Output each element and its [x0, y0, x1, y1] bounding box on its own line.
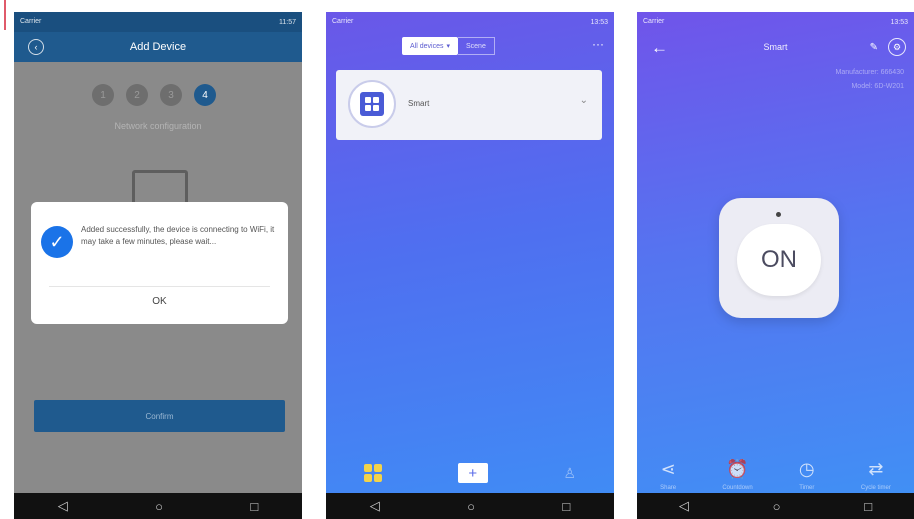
- action-label: Timer: [799, 485, 815, 491]
- phone-add-device: Carrier 11:57 ‹ Add Device 1 2 3 4 Netwo…: [14, 12, 302, 519]
- nav-back-icon[interactable]: ◁: [679, 498, 689, 514]
- status-carrier: Carrier: [20, 18, 42, 25]
- nav-home-icon[interactable]: ○: [467, 499, 475, 514]
- profile-icon[interactable]: ♙: [564, 465, 577, 482]
- info-line: Manufacturer: 666430: [835, 69, 905, 76]
- nav-recents-icon[interactable]: □: [864, 499, 872, 514]
- devices-grid-icon[interactable]: [363, 464, 382, 482]
- app-header: ‹ Add Device: [14, 32, 302, 62]
- status-bar: Carrier 13:53: [326, 12, 614, 32]
- nav-back-icon[interactable]: ◁: [58, 498, 68, 514]
- step-2: 2: [126, 84, 148, 106]
- share-icon: ⋖: [660, 459, 676, 479]
- phone-device-list: Carrier 13:53 All devices ▾ Scene ··· Sm…: [326, 12, 614, 519]
- action-bar: ⋖ Share ⏰ Countdown ◷ Timer ⇄ Cycle time…: [637, 459, 914, 491]
- dialog-message: Added successfully, the device is connec…: [81, 225, 275, 246]
- countdown-button[interactable]: ⏰ Countdown: [722, 459, 752, 491]
- step-1: 1: [92, 84, 114, 106]
- power-label: ON: [737, 224, 821, 296]
- step-4: 4: [194, 84, 216, 106]
- nav-home-icon[interactable]: ○: [155, 499, 163, 514]
- share-button[interactable]: ⋖ Share: [660, 459, 676, 491]
- status-carrier: Carrier: [332, 18, 354, 25]
- timer-button[interactable]: ◷ Timer: [799, 459, 815, 491]
- action-label: Countdown: [722, 485, 753, 491]
- system-nav-bar: ◁ ○ □: [326, 493, 614, 519]
- power-button[interactable]: ON: [719, 198, 839, 318]
- success-dialog: ✓ Added successfully, the device is conn…: [31, 202, 288, 324]
- status-carrier: Carrier: [643, 18, 665, 25]
- status-time: 13:53: [890, 18, 908, 26]
- switch-icon: [360, 92, 384, 116]
- device-info: Manufacturer: 666430 Model: 6D-W201: [836, 66, 905, 94]
- status-bar: Carrier 13:53: [637, 12, 914, 32]
- cycle-icon: ⇄: [868, 459, 884, 479]
- chevron-down-icon[interactable]: ⌄: [580, 95, 588, 106]
- action-label: Share: [660, 485, 677, 491]
- tab-bar: All devices ▾ Scene: [402, 37, 495, 55]
- nav-recents-icon[interactable]: □: [562, 499, 570, 514]
- step-3: 3: [160, 84, 182, 106]
- accent-bar: [4, 0, 6, 30]
- action-label: Cycle timer: [860, 485, 891, 491]
- status-time: 11:57: [279, 18, 296, 26]
- step-label: Network configuration: [114, 121, 202, 131]
- tab-scene[interactable]: Scene: [457, 37, 495, 55]
- bottom-tab-bar: + ♙: [326, 453, 614, 493]
- phone-device-control: Carrier 13:53 ← Smart ✎ ⚙ Manufacturer: …: [637, 12, 914, 519]
- divider: [49, 286, 270, 287]
- device-card[interactable]: Smart ⌄: [336, 70, 602, 140]
- nav-home-icon[interactable]: ○: [773, 499, 781, 514]
- timer-icon: ◷: [798, 459, 815, 479]
- system-nav-bar: ◁ ○ □: [637, 493, 914, 519]
- more-icon[interactable]: ···: [592, 37, 604, 51]
- tab-all-devices[interactable]: All devices ▾: [402, 37, 458, 55]
- system-nav-bar: ◁ ○ □: [14, 493, 302, 519]
- edit-pencil-icon[interactable]: ✎: [870, 42, 878, 53]
- status-bar: Carrier 11:57: [14, 12, 302, 32]
- add-device-button[interactable]: +: [457, 463, 488, 483]
- indicator-dot: [776, 212, 781, 217]
- device-name: Smart: [408, 99, 430, 108]
- page-title: Add Device: [129, 41, 187, 53]
- chevron-down-icon: ▾: [446, 43, 450, 50]
- cycle-timer-button[interactable]: ⇄ Cycle timer: [861, 459, 891, 491]
- step-indicator: 1 2 3 4: [92, 84, 216, 106]
- confirm-button[interactable]: Confirm: [34, 400, 285, 432]
- checkmark-icon: ✓: [41, 226, 73, 258]
- info-line: Model: 6D-W201: [851, 83, 904, 90]
- chevron-left-icon: ‹: [34, 42, 38, 52]
- alarm-icon: ⏰: [726, 459, 749, 479]
- nav-recents-icon[interactable]: □: [250, 499, 258, 514]
- status-time: 13:53: [590, 18, 608, 26]
- device-avatar: [348, 80, 396, 128]
- settings-icon[interactable]: ⚙: [888, 38, 906, 56]
- plus-icon: +: [468, 464, 478, 482]
- nav-back-icon[interactable]: ◁: [370, 498, 380, 514]
- back-button[interactable]: ‹: [28, 39, 44, 55]
- ok-button[interactable]: OK: [31, 296, 288, 307]
- tab-label: All devices: [410, 42, 444, 50]
